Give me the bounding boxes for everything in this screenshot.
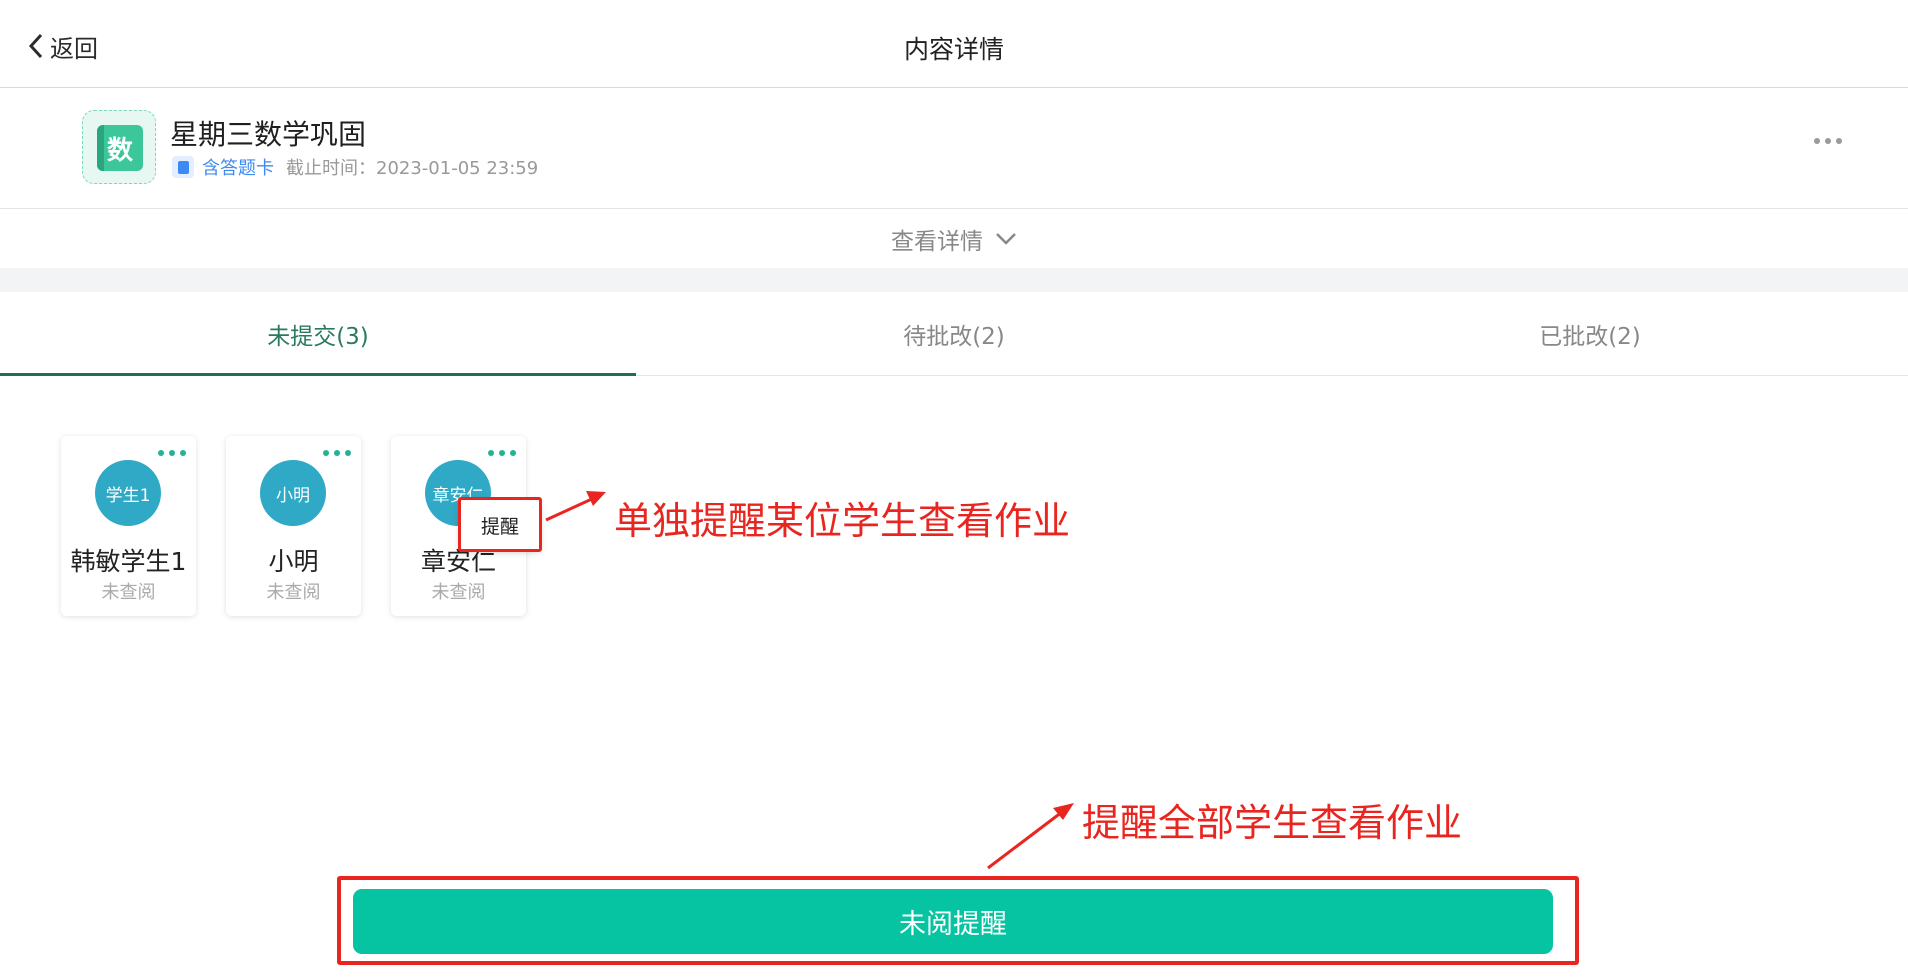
- remind-all-button[interactable]: 未阅提醒: [353, 889, 1553, 954]
- student-status: 未查阅: [431, 582, 486, 603]
- annotation-single-remind: 单独提醒某位学生查看作业: [614, 499, 1071, 543]
- student-more-icon[interactable]: [488, 450, 516, 456]
- student-card[interactable]: 学生1 韩敏学生1 未查阅: [61, 436, 196, 616]
- student-status: 未查阅: [266, 582, 321, 603]
- remind-student-button[interactable]: 提醒: [460, 492, 540, 550]
- section-divider: [0, 268, 1908, 292]
- homework-header: 数 星期三数学巩固 含答题卡 截止时间：2023-01-05 23:59: [0, 88, 1908, 209]
- subject-book: 数: [97, 125, 143, 171]
- page-title: 内容详情: [903, 35, 1004, 64]
- student-name: 小明: [268, 547, 319, 576]
- view-details-label: 查看详情: [891, 229, 983, 255]
- homework-title: 星期三数学巩固: [170, 118, 367, 151]
- annotation-remind-all: 提醒全部学生查看作业: [1082, 801, 1463, 845]
- student-name: 韩敏学生1: [70, 547, 187, 576]
- view-details-toggle[interactable]: 查看详情: [0, 210, 1908, 268]
- avatar: 学生1: [95, 460, 161, 526]
- top-bar: 返回 内容详情: [0, 0, 1908, 88]
- answer-card-label: 含答题卡: [202, 158, 274, 179]
- status-tabs: 未提交(3) 待批改(2) 已批改(2): [0, 292, 1908, 376]
- tab-reviewed[interactable]: 已批改(2): [1272, 292, 1908, 375]
- arrow-to-button: [987, 803, 1074, 870]
- avatar: 小明: [260, 460, 326, 526]
- deadline: 截止时间：2023-01-05 23:59: [286, 158, 539, 179]
- tab-not-submitted[interactable]: 未提交(3): [0, 292, 636, 376]
- student-card[interactable]: 小明 小明 未查阅: [226, 436, 361, 616]
- chevron-down-icon: [996, 233, 1016, 245]
- tab-pending-review[interactable]: 待批改(2): [636, 292, 1272, 375]
- answer-card-icon: [172, 156, 194, 178]
- math-subject-icon: 数: [82, 110, 156, 184]
- student-more-icon[interactable]: [158, 450, 186, 456]
- homework-meta: 含答题卡 截止时间：2023-01-05 23:59: [172, 154, 538, 180]
- student-more-icon[interactable]: [323, 450, 351, 456]
- arrow-to-remind: [545, 491, 606, 522]
- student-status: 未查阅: [101, 582, 156, 603]
- more-options-icon[interactable]: [1814, 138, 1842, 144]
